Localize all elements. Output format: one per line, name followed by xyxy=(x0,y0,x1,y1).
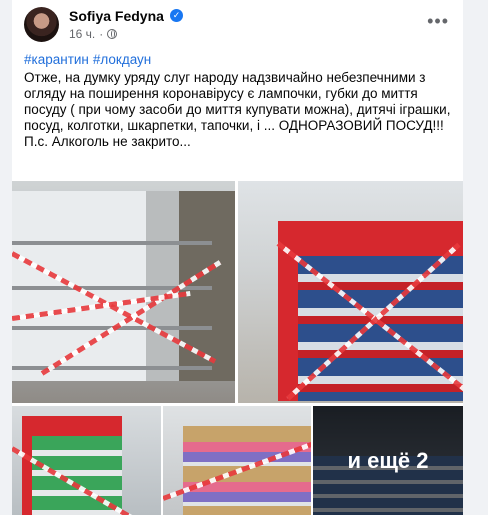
post-meta: 16 ч. · xyxy=(69,27,118,41)
more-photos-overlay: и ещё 2 xyxy=(313,406,463,515)
more-photos-label: и ещё 2 xyxy=(347,447,429,473)
hashtags: #карантин #локдаун xyxy=(24,52,454,68)
post-body: Отже, на думку уряду слуг народу надзвич… xyxy=(24,70,455,133)
verified-badge-icon: ✓ xyxy=(170,9,183,22)
post-photo[interactable] xyxy=(238,181,463,403)
author-name[interactable]: Sofiya Fedyna xyxy=(69,8,164,24)
feed-post: Sofiya Fedyna ✓ 16 ч. · ••• #карантин #ло… xyxy=(12,0,463,515)
post-photo[interactable] xyxy=(163,406,311,515)
more-photos-tile[interactable]: и ещё 2 xyxy=(313,406,463,515)
globe-icon[interactable] xyxy=(107,29,118,39)
post-photo[interactable] xyxy=(12,181,235,403)
hashtag-link[interactable]: #карантин xyxy=(24,52,89,67)
post-header: Sofiya Fedyna ✓ 16 ч. · ••• xyxy=(12,0,463,48)
post-ps: П.с. Алкоголь не закрито... xyxy=(24,134,191,149)
more-options-icon[interactable]: ••• xyxy=(427,12,449,30)
hashtag-link[interactable]: #локдаун xyxy=(93,52,151,67)
post-timestamp[interactable]: 16 ч. xyxy=(69,27,95,41)
post-photo[interactable] xyxy=(12,406,161,515)
post-text: #карантин #локдаун Отже, на думку уряду с… xyxy=(24,52,454,150)
author-avatar[interactable] xyxy=(24,7,59,42)
